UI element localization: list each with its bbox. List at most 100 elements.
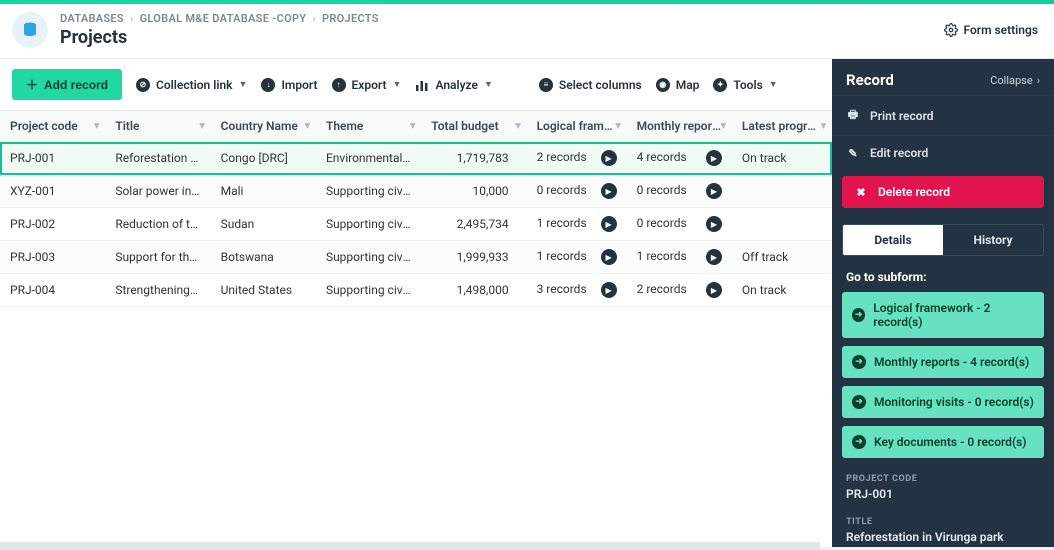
cell-logical[interactable]: 2 records▶ xyxy=(527,142,627,175)
cell-progress[interactable]: On track xyxy=(732,274,832,307)
tab-history[interactable]: History xyxy=(943,225,1043,255)
cell-theme[interactable]: Environmental c… xyxy=(316,142,421,175)
import-button[interactable]: ↓ Import xyxy=(261,78,317,92)
cell-logical[interactable]: 3 records▶ xyxy=(527,274,627,307)
col-country[interactable]: Country Name▾ xyxy=(211,111,316,142)
cell-monthly[interactable]: 0 records▶ xyxy=(627,208,732,241)
play-icon[interactable]: ▶ xyxy=(601,150,617,166)
play-icon[interactable]: ▶ xyxy=(601,216,617,232)
filter-icon[interactable]: ▾ xyxy=(821,121,826,132)
play-icon[interactable]: ▶ xyxy=(706,150,722,166)
edit-record-button[interactable]: ✎ Edit record xyxy=(832,135,1054,170)
collapse-button[interactable]: Collapse › xyxy=(990,74,1040,87)
filter-icon[interactable]: ▾ xyxy=(516,121,521,132)
cell-budget[interactable]: 2,495,734 xyxy=(421,208,526,241)
map-button[interactable]: ◉ Map xyxy=(656,78,700,92)
tab-details[interactable]: Details xyxy=(843,225,943,255)
add-record-button[interactable]: ＋ Add record xyxy=(12,69,122,100)
cell-country[interactable]: Congo [DRC] xyxy=(211,142,316,175)
cell-theme[interactable]: Supporting civil s… xyxy=(316,208,421,241)
cell-monthly[interactable]: 1 records▶ xyxy=(627,241,732,274)
cell-budget[interactable]: 1,999,933 xyxy=(421,241,526,274)
collection-link-menu[interactable]: ⊘ Collection link ▼ xyxy=(136,78,247,92)
subform-link[interactable]: ➜Key documents - 0 record(s) xyxy=(842,426,1044,458)
cell-theme[interactable]: Supporting civil s… xyxy=(316,241,421,274)
filter-icon[interactable]: ▾ xyxy=(200,121,205,132)
play-icon[interactable]: ▶ xyxy=(601,183,617,199)
cell-progress[interactable] xyxy=(732,208,832,241)
filter-icon[interactable]: ▾ xyxy=(616,121,621,132)
col-theme[interactable]: Theme▾ xyxy=(316,111,421,142)
cell-monthly[interactable]: 4 records▶ xyxy=(627,142,732,175)
horizontal-scrollbar[interactable] xyxy=(0,542,820,550)
play-icon[interactable]: ▶ xyxy=(706,249,722,265)
page-title: Projects xyxy=(60,27,379,48)
filter-icon[interactable]: ▾ xyxy=(94,121,99,132)
play-icon[interactable]: ▶ xyxy=(706,183,722,199)
cell-code[interactable]: PRJ-003 xyxy=(0,241,105,274)
table-row[interactable]: PRJ-003Support for the p…BotswanaSupport… xyxy=(0,241,832,274)
chart-icon xyxy=(415,78,429,92)
col-monthly[interactable]: Monthly reports▾ xyxy=(627,111,732,142)
cell-logical[interactable]: 1 records▶ xyxy=(527,208,627,241)
play-icon[interactable]: ▶ xyxy=(706,282,722,298)
subform-link[interactable]: ➜Logical framework - 2 record(s) xyxy=(842,292,1044,338)
cell-theme[interactable]: Supporting civil s… xyxy=(316,175,421,208)
cell-title[interactable]: Solar power in Mali xyxy=(105,175,210,208)
link-icon: ⊘ xyxy=(136,78,150,92)
cell-logical[interactable]: 0 records▶ xyxy=(527,175,627,208)
col-project-code[interactable]: Project code▾ xyxy=(0,111,105,142)
cell-country[interactable]: United States xyxy=(211,274,316,307)
cell-title[interactable]: Support for the p… xyxy=(105,241,210,274)
col-title[interactable]: Title▾ xyxy=(105,111,210,142)
print-record-button[interactable]: 🖶 Print record xyxy=(832,95,1054,135)
tools-menu[interactable]: ✦ Tools ▼ xyxy=(713,78,777,92)
col-logical[interactable]: Logical framew…▾ xyxy=(527,111,627,142)
cell-code[interactable]: XYZ-001 xyxy=(0,175,105,208)
cell-progress[interactable] xyxy=(732,175,832,208)
cell-monthly[interactable]: 0 records▶ xyxy=(627,175,732,208)
cell-budget[interactable]: 1,719,783 xyxy=(421,142,526,175)
subform-link[interactable]: ➜Monthly reports - 4 record(s) xyxy=(842,346,1044,378)
breadcrumb-database-name[interactable]: GLOBAL M&E DATABASE -COPY xyxy=(140,12,307,25)
field-value-title: Reforestation in Virunga park xyxy=(846,530,1040,544)
cell-country[interactable]: Botswana xyxy=(211,241,316,274)
col-progress[interactable]: Latest progress▾ xyxy=(732,111,832,142)
table-row[interactable]: PRJ-002Reduction of tens…SudanSupporting… xyxy=(0,208,832,241)
cell-country[interactable]: Mali xyxy=(211,175,316,208)
cell-code[interactable]: PRJ-001 xyxy=(0,142,105,175)
cell-code[interactable]: PRJ-002 xyxy=(0,208,105,241)
delete-record-button[interactable]: ✖ Delete record xyxy=(842,176,1044,208)
cell-budget[interactable]: 1,498,000 xyxy=(421,274,526,307)
cell-budget[interactable]: 10,000 xyxy=(421,175,526,208)
record-panel: Record Collapse › 🖶 Print record ✎ Edit … xyxy=(832,59,1054,547)
breadcrumb-projects[interactable]: PROJECTS xyxy=(322,12,379,25)
cell-progress[interactable]: Off track xyxy=(732,241,832,274)
cell-title[interactable]: Reforestation in … xyxy=(105,142,210,175)
cell-monthly[interactable]: 2 records▶ xyxy=(627,274,732,307)
play-icon[interactable]: ▶ xyxy=(601,282,617,298)
table-row[interactable]: XYZ-001Solar power in MaliMaliSupporting… xyxy=(0,175,832,208)
select-columns-button[interactable]: ≡ Select columns xyxy=(539,78,642,92)
cell-logical[interactable]: 1 records▶ xyxy=(527,241,627,274)
analyze-menu[interactable]: Analyze ▼ xyxy=(415,78,492,92)
play-icon[interactable]: ▶ xyxy=(706,216,722,232)
cell-country[interactable]: Sudan xyxy=(211,208,316,241)
collapse-label: Collapse xyxy=(990,74,1032,87)
table-row[interactable]: PRJ-004Strengthening ca…United StatesSup… xyxy=(0,274,832,307)
cell-theme[interactable]: Supporting civil s… xyxy=(316,274,421,307)
cell-code[interactable]: PRJ-004 xyxy=(0,274,105,307)
form-settings-button[interactable]: Form settings xyxy=(944,23,1039,37)
subform-link[interactable]: ➜Monitoring visits - 0 record(s) xyxy=(842,386,1044,418)
play-icon[interactable]: ▶ xyxy=(601,249,617,265)
cell-title[interactable]: Strengthening ca… xyxy=(105,274,210,307)
filter-icon[interactable]: ▾ xyxy=(305,121,310,132)
export-menu[interactable]: ↑ Export ▼ xyxy=(332,78,402,92)
table-row[interactable]: PRJ-001Reforestation in …Congo [DRC]Envi… xyxy=(0,142,832,175)
cell-title[interactable]: Reduction of tens… xyxy=(105,208,210,241)
breadcrumb-databases[interactable]: DATABASES xyxy=(60,12,124,25)
filter-icon[interactable]: ▾ xyxy=(721,121,726,132)
filter-icon[interactable]: ▾ xyxy=(410,121,415,132)
col-budget[interactable]: Total budget▾ xyxy=(421,111,526,142)
cell-progress[interactable]: On track xyxy=(732,142,832,175)
